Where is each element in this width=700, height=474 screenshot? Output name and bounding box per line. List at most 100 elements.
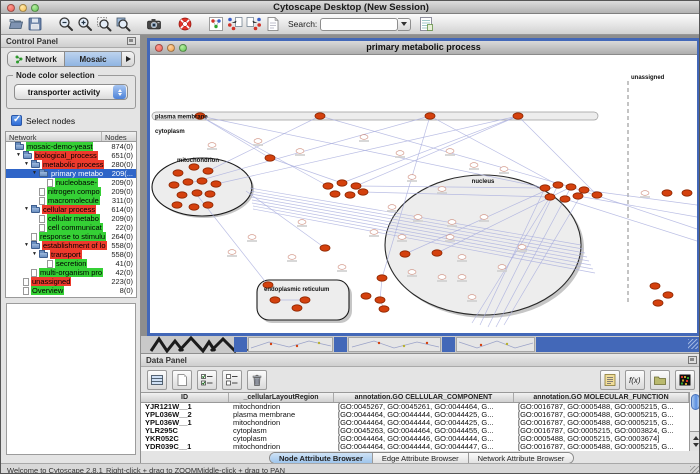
table-cell[interactable]: [GO:0016787, GO:0005488, GO:0005215, G..… — [514, 403, 689, 411]
network-node[interactable] — [270, 297, 280, 303]
network-node[interactable] — [172, 202, 182, 208]
network-node[interactable] — [192, 190, 202, 196]
network-node[interactable] — [650, 283, 660, 289]
table-cell[interactable]: plasma membrane — [229, 411, 334, 419]
delete-attribute-trash-icon[interactable] — [247, 370, 267, 390]
network-node[interactable] — [197, 178, 207, 184]
background-window[interactable] — [348, 337, 441, 352]
attribute-batch-icon[interactable] — [600, 370, 620, 390]
network-overlay-icon-1[interactable] — [225, 15, 244, 34]
table-row[interactable]: YPL036W__1mitochondrion[GO:0044464, GO:0… — [141, 419, 689, 427]
network-node[interactable] — [592, 192, 602, 198]
select-all-attributes-icon[interactable] — [197, 370, 217, 390]
table-cell[interactable]: mitochondrion — [229, 443, 334, 451]
table-cell[interactable]: [GO:0016787, GO:0005215, GO:0003824, G..… — [514, 427, 689, 435]
select-nodes-checkbox[interactable] — [11, 115, 22, 126]
minor-node[interactable] — [500, 167, 508, 172]
network-tree-item[interactable]: multi-organism pro42(0) — [6, 268, 136, 277]
column-header-region[interactable]: _cellularLayoutRegion — [229, 393, 334, 402]
minor-node[interactable] — [438, 187, 446, 192]
table-cell[interactable]: [GO:0045267, GO:0045261, GO:0044464, G..… — [334, 403, 514, 411]
network-node[interactable] — [566, 184, 576, 190]
network-edge[interactable] — [578, 196, 697, 217]
minor-node[interactable] — [396, 151, 404, 156]
minor-node[interactable] — [480, 215, 488, 220]
scroll-down-icon[interactable] — [693, 443, 699, 447]
import-attributes-folder-icon[interactable] — [650, 370, 670, 390]
minor-node[interactable] — [458, 255, 466, 260]
minor-node[interactable] — [408, 175, 416, 180]
search-input[interactable] — [320, 18, 398, 31]
search-options-dropdown[interactable] — [398, 18, 411, 31]
network-node[interactable] — [345, 192, 355, 198]
network-node[interactable] — [662, 190, 672, 196]
table-cell[interactable]: [GO:0045263, GO:0044464, GO:0044455, G..… — [334, 427, 514, 435]
minor-node[interactable] — [641, 191, 649, 196]
network-node[interactable] — [540, 185, 550, 191]
network-node[interactable] — [189, 204, 199, 210]
table-cell[interactable]: [GO:0016787, GO:0005488, GO:0005215, G..… — [514, 443, 689, 451]
minor-node[interactable] — [408, 270, 416, 275]
network-node[interactable] — [573, 193, 583, 199]
minor-node[interactable] — [298, 220, 306, 225]
minor-node[interactable] — [518, 245, 526, 250]
minor-node[interactable] — [448, 220, 456, 225]
network-node[interactable] — [663, 292, 673, 298]
network-node[interactable] — [211, 181, 221, 187]
expand-arrow-icon[interactable]: ▼ — [32, 250, 39, 259]
heatmap-matrix-icon[interactable] — [675, 370, 695, 390]
tab-edge-attribute-browser[interactable]: Edge Attribute Browser — [373, 453, 469, 463]
table-row[interactable]: YLR295Ccytoplasm[GO:0045263, GO:0044464,… — [141, 427, 689, 435]
unselect-all-attributes-icon[interactable] — [222, 370, 242, 390]
minor-node[interactable] — [228, 250, 236, 255]
tab-node-attribute-browser[interactable]: Node Attribute Browser — [270, 453, 373, 463]
minor-node[interactable] — [288, 255, 296, 260]
network-node[interactable] — [513, 113, 523, 119]
network-tree-item[interactable]: nitrogen compo209(0) — [6, 187, 136, 196]
network-tree-item[interactable]: ▼biological_process651(0) — [6, 151, 136, 160]
minor-node[interactable] — [458, 275, 466, 280]
zoom-selected-icon[interactable] — [113, 15, 132, 34]
float-panel-icon[interactable] — [127, 37, 136, 45]
minor-node[interactable] — [398, 235, 406, 240]
network-node[interactable] — [432, 250, 442, 256]
column-header-id[interactable]: ID — [141, 393, 229, 402]
network-node[interactable] — [351, 183, 361, 189]
minor-node[interactable] — [438, 275, 446, 280]
network-view-title-bar[interactable]: primary metabolic process — [150, 41, 697, 55]
network-node[interactable] — [682, 190, 692, 196]
table-cell[interactable]: [GO:0044464, GO:0044444, GO:0044425, G..… — [334, 419, 514, 427]
network-tree-item[interactable]: ▼cellular process614(0) — [6, 205, 136, 214]
network-node[interactable] — [330, 191, 340, 197]
background-window[interactable] — [248, 337, 333, 352]
table-cell[interactable]: [GO:0044464, GO:0044446, GO:0044444, G..… — [334, 435, 514, 443]
network-node[interactable] — [189, 164, 199, 170]
network-node[interactable] — [169, 182, 179, 188]
minor-node[interactable] — [360, 135, 368, 140]
expand-arrow-icon[interactable]: ▼ — [24, 160, 31, 169]
table-cell[interactable]: mitochondrion — [229, 419, 334, 427]
network-node[interactable] — [358, 189, 368, 195]
annotation-icon[interactable] — [263, 15, 282, 34]
network-tree-item[interactable]: cell communicat22(0) — [6, 223, 136, 232]
expand-arrow-icon[interactable]: ▼ — [16, 151, 23, 160]
float-panel-icon[interactable] — [688, 356, 697, 364]
network-node[interactable] — [173, 170, 183, 176]
window-resize-grip[interactable] — [688, 339, 698, 349]
table-cell[interactable]: [GO:0005488, GO:0005215, GO:0003674] — [514, 435, 689, 443]
table-cell[interactable]: [GO:0016787, GO:0005488, GO:0005215, G..… — [514, 419, 689, 427]
table-cell[interactable]: YPL036W__1 — [141, 419, 229, 427]
attribute-editor-icon[interactable] — [416, 15, 435, 34]
node-color-select[interactable]: transporter activity — [14, 84, 128, 100]
table-scrollbar[interactable] — [689, 392, 700, 451]
table-cell[interactable]: YJR121W__1 — [141, 403, 229, 411]
column-header-molecular-function[interactable]: annotation.GO MOLECULAR_FUNCTION — [514, 393, 689, 402]
minor-node[interactable] — [498, 265, 506, 270]
vizmapper-icon[interactable] — [206, 15, 225, 34]
network-node[interactable] — [265, 155, 275, 161]
network-tree-item[interactable]: nucleobase-209(0) — [6, 178, 136, 187]
network-node[interactable] — [545, 194, 555, 200]
minor-node[interactable] — [414, 215, 422, 220]
table-cell[interactable]: YLR295C — [141, 427, 229, 435]
table-row[interactable]: YPL036W__2plasma membrane[GO:0044464, GO… — [141, 411, 689, 419]
